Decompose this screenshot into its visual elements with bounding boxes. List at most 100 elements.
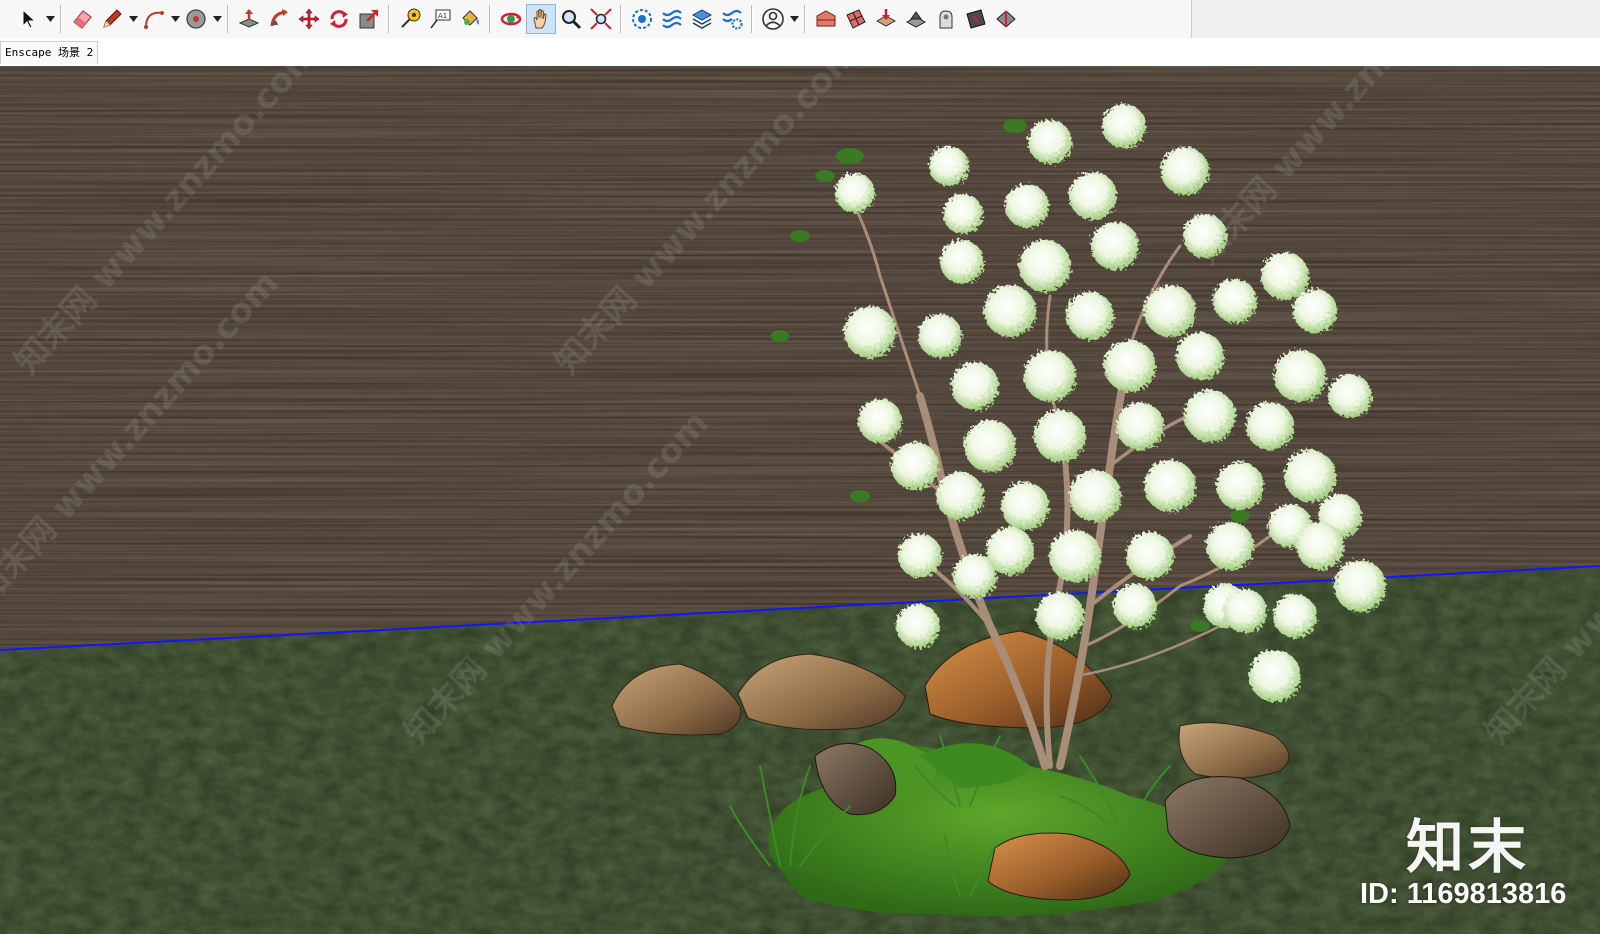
smoove-icon (996, 10, 1016, 28)
paint-bucket-tool[interactable] (455, 4, 485, 34)
blossom-cluster (936, 472, 984, 520)
circle-shape-icon (186, 9, 206, 29)
blossom-cluster (1161, 147, 1209, 195)
scene-tab[interactable]: Enscape 场景 2 (0, 41, 99, 64)
arc-dropdown[interactable] (169, 4, 181, 34)
model-id-watermark: ID: 1169813816 (1360, 878, 1567, 910)
blossom-cluster (918, 314, 962, 358)
chevron-down-icon (45, 16, 55, 22)
account-tool[interactable] (758, 4, 788, 34)
blossom-cluster (1028, 120, 1072, 164)
chevron-down-icon (170, 16, 180, 22)
settings-tool[interactable] (717, 4, 747, 34)
text-tool[interactable]: A1 (425, 4, 455, 34)
blossom-cluster (1066, 292, 1114, 340)
chevron-down-icon (128, 16, 138, 22)
toolbar-separator (227, 5, 229, 33)
zoom-tool[interactable] (556, 4, 586, 34)
3d-warehouse-tool[interactable] (811, 4, 841, 34)
main-toolbar: A1 (0, 0, 1600, 39)
blossom-cluster (1296, 522, 1344, 570)
extension-warehouse-tool[interactable] (841, 4, 871, 34)
toolbar-group-model (627, 4, 747, 34)
blossom-cluster (1034, 410, 1086, 462)
grid-plane-icon (846, 9, 866, 29)
follow-me-tool[interactable] (264, 4, 294, 34)
stamp-terrain-icon (905, 11, 927, 28)
arc-icon (144, 11, 164, 29)
pencil-icon (103, 9, 122, 28)
select-dropdown[interactable] (44, 4, 56, 34)
shapes-tool[interactable] (181, 4, 211, 34)
blossom-cluster (1144, 285, 1196, 337)
top-view-tool[interactable] (991, 4, 1021, 34)
blossom-cluster (898, 534, 942, 578)
zoom-extents-tool[interactable] (586, 4, 616, 34)
section-plane-tool[interactable] (657, 4, 687, 34)
blossom-cluster (1261, 252, 1309, 300)
tape-measure-icon (401, 8, 421, 28)
blossom-cluster (835, 173, 875, 213)
layers-tool[interactable] (687, 4, 717, 34)
blossom-cluster (1019, 240, 1071, 292)
toolbar-group-construct: A1 (395, 4, 485, 34)
blossom-cluster (984, 285, 1036, 337)
blossom-cluster (940, 240, 984, 284)
blossom-cluster (1246, 402, 1294, 450)
brand-watermark: 知末 (1406, 813, 1531, 881)
pan-tool[interactable] (526, 4, 556, 34)
model-info-tool[interactable] (627, 4, 657, 34)
select-tool[interactable] (14, 4, 44, 34)
blossom-cluster (1069, 172, 1117, 220)
line-tool[interactable] (97, 4, 127, 34)
toolbar-group-draw (14, 4, 223, 34)
sandbox-tool[interactable] (871, 4, 901, 34)
position-camera-tool[interactable] (961, 4, 991, 34)
look-around-tool[interactable] (931, 4, 961, 34)
zoom-extents-icon (590, 8, 612, 30)
blossom-cluster (1113, 584, 1157, 628)
walk-tool[interactable] (901, 4, 931, 34)
text-label-icon: A1 (430, 9, 451, 29)
blossom-cluster (953, 554, 997, 598)
blossom-cluster (1206, 522, 1254, 570)
blossom-cluster (1223, 589, 1267, 633)
hand-icon (533, 9, 547, 29)
rotate-tool[interactable] (324, 4, 354, 34)
shapes-dropdown[interactable] (211, 4, 223, 34)
toolbar-group-camera (496, 4, 616, 34)
drape-icon (939, 10, 953, 29)
blossom-cluster (964, 420, 1016, 472)
tape-measure-tool[interactable] (395, 4, 425, 34)
blossom-cluster (1273, 594, 1317, 638)
terrain-arrow-icon (875, 9, 897, 27)
line-dropdown[interactable] (127, 4, 139, 34)
eraser-tool[interactable] (67, 4, 97, 34)
account-dropdown[interactable] (788, 4, 800, 34)
move-arrows-icon (298, 8, 320, 30)
blossom-cluster (1293, 289, 1337, 333)
blossom-cluster (858, 399, 902, 443)
arc-tool[interactable] (139, 4, 169, 34)
blossom-cluster (1036, 592, 1084, 640)
3d-viewport[interactable]: 知末网 www.znzmo.com 知末网 www.znzmo.com 知末网 … (0, 66, 1600, 934)
blossom-cluster (1249, 650, 1301, 702)
blossom-cluster (1116, 402, 1164, 450)
move-tool[interactable] (294, 4, 324, 34)
orbit-tool[interactable] (496, 4, 526, 34)
push-pull-icon (238, 9, 260, 28)
scale-tool[interactable] (354, 4, 384, 34)
blossom-cluster (1126, 532, 1174, 580)
warehouse-icon (816, 10, 836, 27)
blossom-cluster (896, 604, 940, 648)
toolbar-separator (620, 5, 622, 33)
paint-bucket-icon (462, 10, 479, 26)
layers-icon (691, 9, 713, 29)
push-pull-tool[interactable] (234, 4, 264, 34)
magnifier-icon (562, 10, 582, 30)
blossom-cluster (1213, 279, 1257, 323)
toolbar-group-account (758, 4, 800, 34)
blossom-cluster (943, 194, 983, 234)
toolbar-separator (489, 5, 491, 33)
blossom-cluster (1216, 462, 1264, 510)
